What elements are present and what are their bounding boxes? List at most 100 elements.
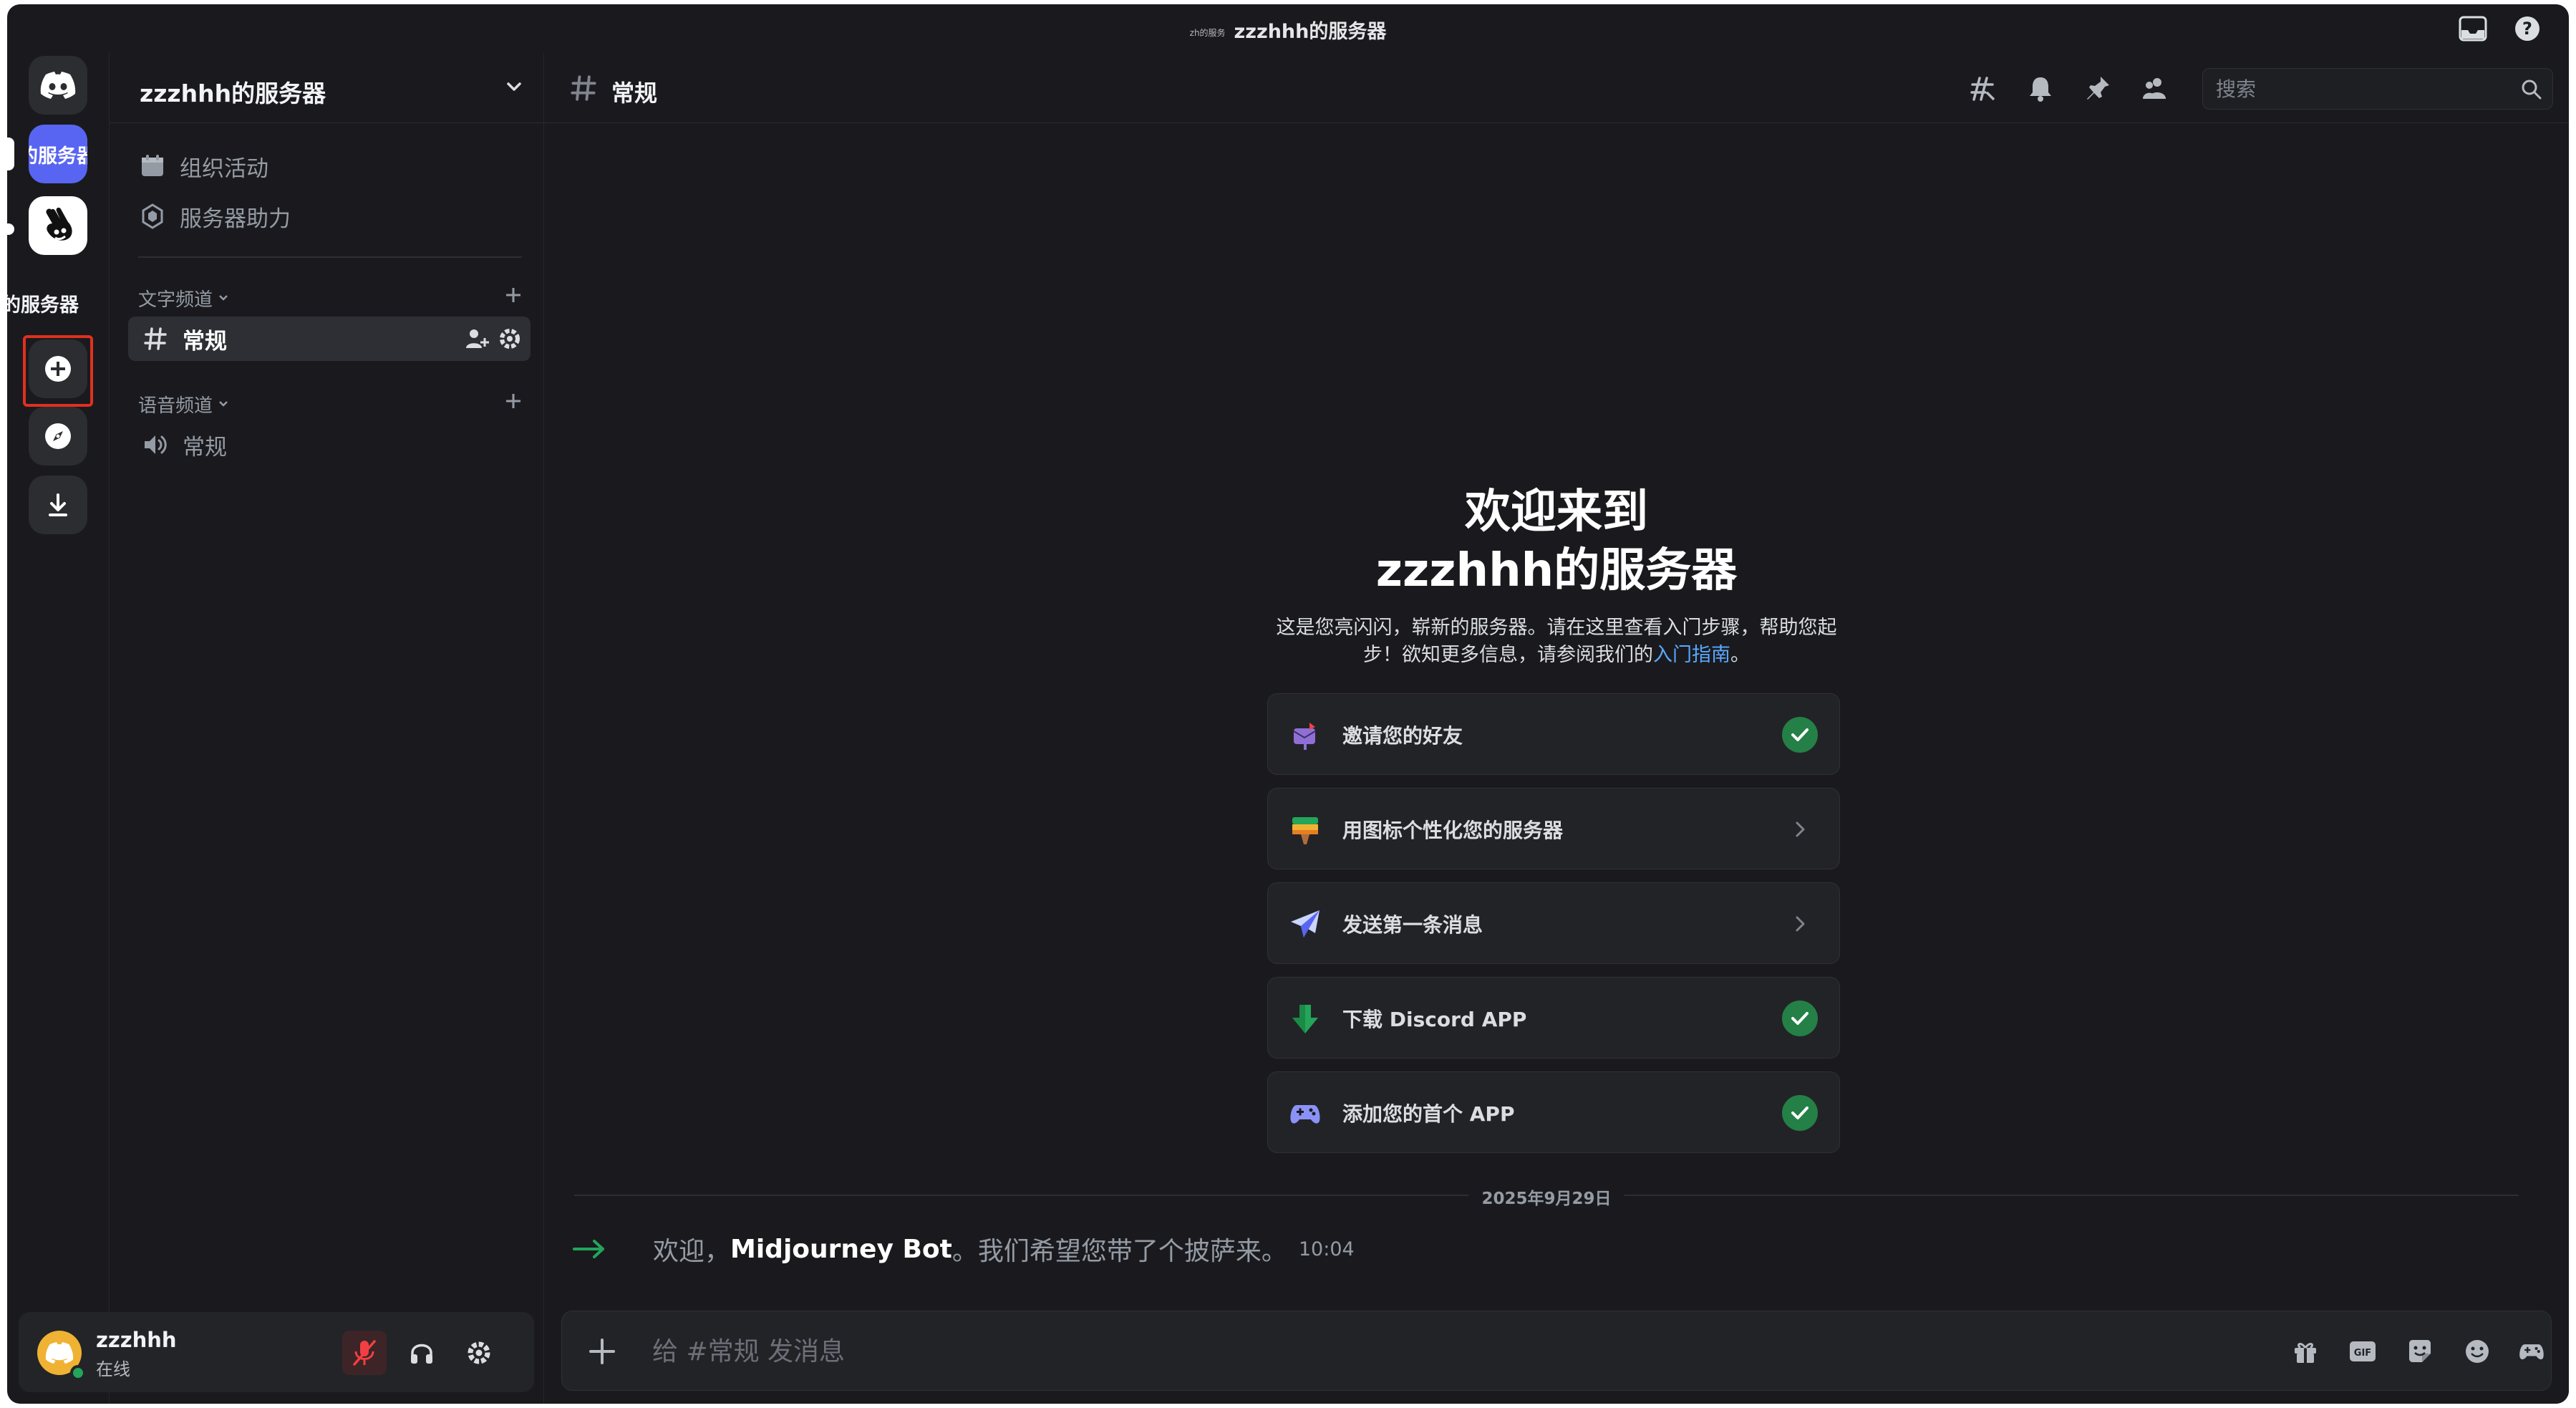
category-label: 文字频道: [138, 289, 213, 311]
date-divider: 2025年9月29日: [574, 1185, 2519, 1209]
create-voice-channel-icon[interactable]: [503, 391, 523, 416]
mute-mic-button[interactable]: [342, 1331, 387, 1375]
direct-messages-button[interactable]: [29, 56, 87, 115]
username: zzzhhh: [96, 1328, 177, 1352]
inbox-icon[interactable]: [2457, 14, 2489, 43]
gif-icon[interactable]: GIF: [2346, 1336, 2379, 1367]
task-invite-friends[interactable]: 邀请您的好友: [1267, 693, 1840, 775]
welcome-description-end: 。: [1730, 644, 1750, 666]
channel-voice-general[interactable]: 常规: [128, 423, 531, 467]
message-input[interactable]: [652, 1331, 2013, 1371]
discord-logo-icon: [40, 72, 76, 99]
getting-started-link[interactable]: 入门指南: [1653, 644, 1730, 666]
search-icon: [2521, 79, 2542, 103]
system-message-text: 。我们希望您带了个披萨来。: [952, 1237, 1287, 1266]
member-list-icon[interactable]: [2139, 74, 2171, 103]
channel-title: 常规: [611, 79, 658, 107]
category-voice-channels[interactable]: 语音频道: [138, 390, 529, 418]
unread-server-pip: [7, 223, 14, 235]
message-composer: GIF: [561, 1311, 2552, 1391]
emoji-icon[interactable]: [2461, 1336, 2494, 1367]
window-title: zh的服务 zzzhhh的服务器: [7, 16, 2569, 44]
notification-bell-icon[interactable]: [2025, 74, 2056, 103]
apps-gamepad-icon[interactable]: [2515, 1336, 2548, 1367]
sidebar-item-events[interactable]: 组织活动: [138, 146, 529, 186]
sticker-icon[interactable]: [2403, 1336, 2436, 1367]
hashtag-icon: [570, 74, 597, 105]
task-add-first-app[interactable]: 添加您的首个 APP: [1267, 1071, 1840, 1153]
upload-plus-icon[interactable]: [586, 1336, 618, 1370]
svg-text:GIF: GIF: [2354, 1348, 2371, 1359]
search-input[interactable]: [2216, 69, 2502, 109]
midjourney-hand-icon: [46, 207, 72, 241]
channel-header: 常规: [544, 53, 2569, 123]
channel-sidebar: zzzhhh的服务器 组织活动 服务器助力 文字频道 常规 语音频道 常规: [109, 53, 544, 1404]
chevron-down-icon: [503, 76, 525, 100]
server-icon-midjourney[interactable]: [29, 196, 87, 255]
window-title-server-icon: zh的服务: [1189, 28, 1226, 38]
welcome-title: 欢迎来到 zzzhhh的服务器: [544, 483, 2569, 600]
active-server-pip: [7, 138, 14, 170]
hashtag-icon: [141, 324, 170, 353]
help-icon[interactable]: ?: [2512, 14, 2543, 43]
download-icon: [49, 493, 67, 516]
user-settings-button[interactable]: [457, 1331, 501, 1375]
download-arrow-icon: [1289, 1003, 1321, 1035]
server-header[interactable]: zzzhhh的服务器: [110, 53, 543, 123]
server-folder-label[interactable]: 的服务器: [7, 289, 109, 317]
paper-plane-icon: [1289, 909, 1321, 940]
server-name: zzzhhh的服务器: [140, 79, 326, 107]
check-icon: [1782, 1095, 1818, 1131]
pin-icon[interactable]: [2082, 74, 2113, 103]
calendar-icon: [138, 152, 167, 180]
category-label: 语音频道: [138, 395, 213, 417]
window-title-text: zzzhhh的服务器: [1234, 21, 1387, 43]
system-message-prefix: 欢迎，: [653, 1237, 731, 1266]
highlight-box: [23, 335, 93, 407]
check-icon: [1782, 1000, 1818, 1036]
task-download-app[interactable]: 下载 Discord APP: [1267, 977, 1840, 1059]
user-status: 在线: [96, 1359, 130, 1379]
task-label: 下载 Discord APP: [1342, 1008, 1527, 1031]
search-box[interactable]: [2202, 68, 2553, 110]
create-text-channel-icon[interactable]: [503, 285, 523, 310]
channel-settings-icon[interactable]: [498, 327, 522, 357]
boost-icon: [138, 202, 167, 231]
welcome-title-line1: 欢迎来到: [1465, 486, 1648, 539]
deafen-button[interactable]: [400, 1331, 444, 1375]
headphones-icon: [411, 1344, 432, 1364]
category-text-channels[interactable]: 文字频道: [138, 284, 529, 312]
message-timestamp: 10:04: [1298, 1238, 1355, 1260]
discord-logo-icon: [45, 1342, 74, 1364]
discover-button[interactable]: [29, 407, 87, 466]
system-message: 欢迎， Midjourney Bot 。我们希望您带了个披萨来。 10:04: [573, 1229, 1355, 1269]
threads-icon[interactable]: [1967, 74, 1999, 103]
sidebar-item-boost[interactable]: 服务器助力: [138, 196, 529, 236]
gamepad-icon: [1289, 1098, 1321, 1129]
channel-label: 常规: [183, 328, 227, 355]
user-panel: zzzhhh 在线: [19, 1312, 534, 1392]
download-apps-button[interactable]: [29, 476, 87, 534]
svg-text:?: ?: [2522, 19, 2532, 39]
channel-text-general[interactable]: 常规: [128, 317, 531, 361]
discord-window: zh的服务zzzhhh的服务器 ? 私信 的服务器 的服务器: [7, 4, 2569, 1404]
chevron-down-icon: [217, 393, 230, 415]
welcome-description-text: 这是您亮闪闪，崭新的服务器。请在这里查看入门步骤，帮助您起步！欲知更多信息，请参…: [1276, 617, 1837, 666]
server-rail: 私信 的服务器 的服务器: [7, 53, 139, 1404]
server-icon-zzzhhh[interactable]: 的服务器: [29, 125, 87, 183]
welcome-description: 这是您亮闪闪，崭新的服务器。请在这里查看入门步骤，帮助您起步！欲知更多信息，请参…: [1263, 614, 1850, 669]
sidebar-item-label: 服务器助力: [180, 206, 291, 232]
gift-icon[interactable]: [2289, 1336, 2322, 1367]
paintbrush-icon: [1289, 814, 1321, 846]
title-bar: zh的服务 zzzhhh的服务器 ?: [7, 4, 2569, 53]
chevron-right-icon: [1782, 811, 1818, 847]
sidebar-divider: [138, 256, 522, 258]
task-send-first-message[interactable]: 发送第一条消息: [1267, 882, 1840, 964]
message-username[interactable]: Midjourney Bot: [730, 1235, 952, 1264]
check-icon: [1782, 717, 1818, 753]
task-personalize-icon[interactable]: 用图标个性化您的服务器: [1267, 788, 1840, 869]
join-arrow-icon: [573, 1238, 611, 1260]
task-label: 添加您的首个 APP: [1342, 1102, 1515, 1126]
compass-icon: [45, 423, 71, 449]
add-member-icon[interactable]: [465, 327, 489, 357]
